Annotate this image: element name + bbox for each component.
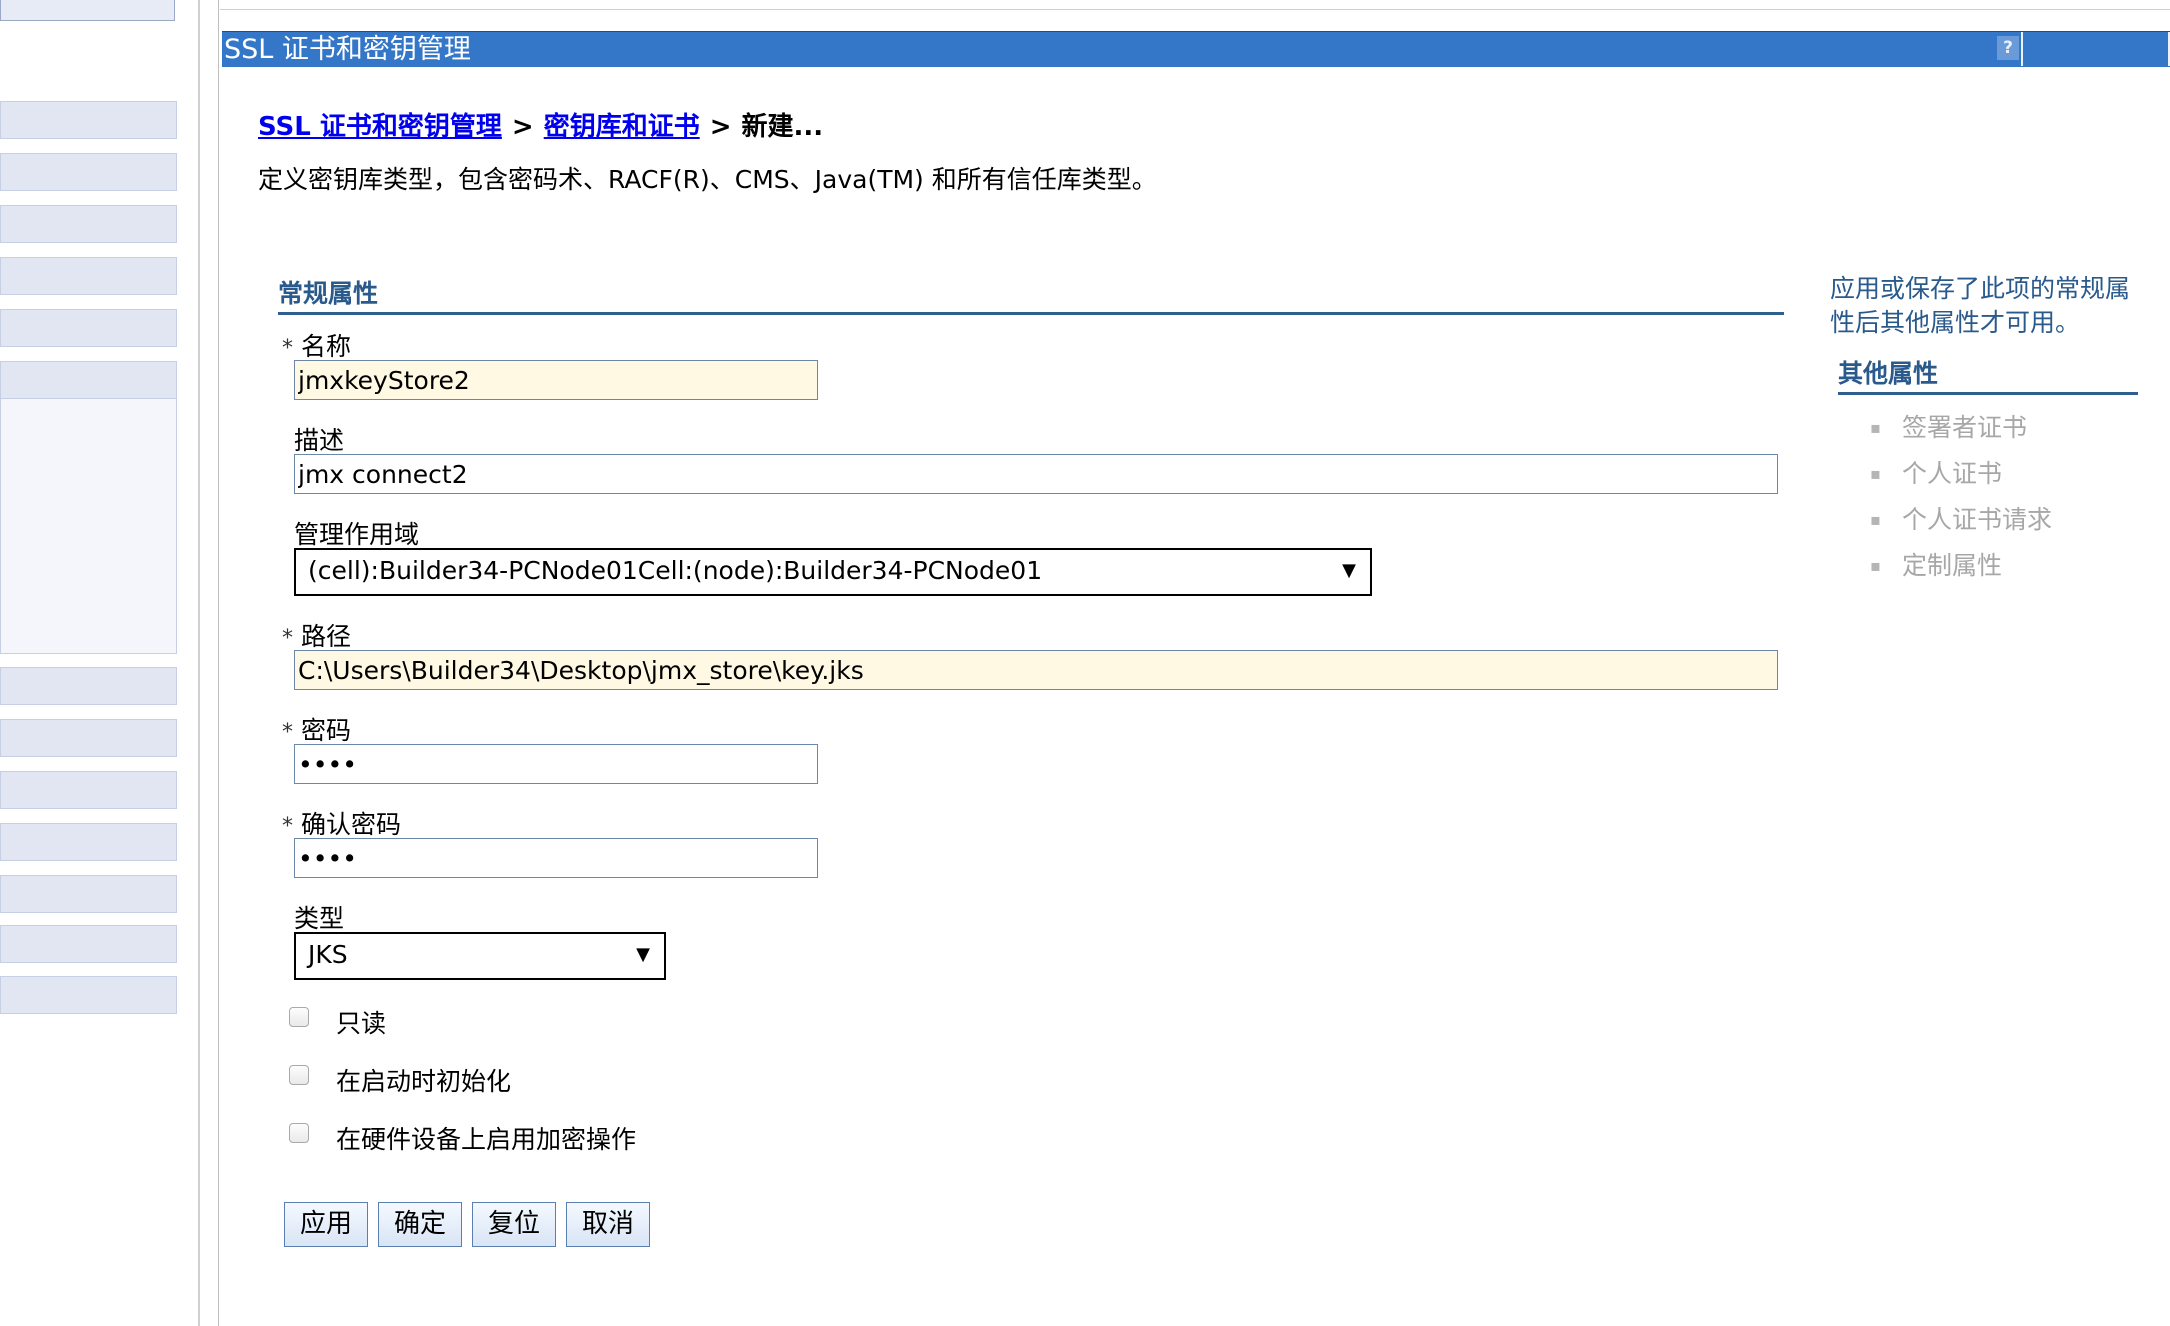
additional-item-custom-props: ▪ 定制属性 [1870,546,2052,592]
scope-select-value: (cell):Builder34-PCNode01Cell:(node):Bui… [308,556,1043,585]
confirm-password-label: * 确认密码 [282,810,402,839]
page-title: SSL 证书和密钥管理 [224,34,471,65]
readonly-label: 只读 [336,1009,387,1038]
nav-item[interactable] [0,153,177,191]
password-label: * 密码 [282,716,352,745]
titlebar-separator [2021,32,2023,66]
additional-item-cert-requests: ▪ 个人证书请求 [1870,500,2052,546]
chevron-down-icon: ▼ [636,944,650,965]
additional-properties-heading: 其他属性 [1838,354,2138,395]
chevron-down-icon: ▼ [1342,560,1356,581]
cancel-button[interactable]: 取消 [566,1202,650,1247]
portlet-titlebar: SSL 证书和密钥管理 ? [222,31,2170,67]
name-input[interactable] [294,360,818,400]
nav-item[interactable] [0,719,177,757]
path-input[interactable] [294,650,1778,690]
type-label: 类型 [294,904,345,933]
nav-item[interactable] [0,257,177,295]
help-icon[interactable]: ? [1997,36,2019,60]
left-navigation [0,0,178,1326]
bullet-icon: ▪ [1870,464,1881,483]
general-properties-heading: 常规属性 [278,274,1784,315]
nav-item[interactable] [0,771,177,809]
hw-crypto-checkbox[interactable] [289,1123,309,1143]
type-select-value: JKS [308,940,348,969]
required-marker: * [282,720,293,745]
nav-item[interactable] [0,667,177,705]
nav-item[interactable] [0,309,177,347]
ok-button[interactable]: 确定 [378,1202,462,1247]
page-description: 定义密钥库类型，包含密码术、RACF(R)、CMS、Java(TM) 和所有信任… [258,165,1157,194]
nav-item[interactable] [0,823,177,861]
init-at-startup-label: 在启动时初始化 [336,1067,512,1096]
nav-item[interactable] [0,976,177,1014]
name-label: * 名称 [282,332,352,361]
required-marker: * [282,336,293,361]
nav-item[interactable] [0,205,177,243]
frame-divider[interactable] [198,0,200,1326]
additional-item-signer-certs: ▪ 签署者证书 [1870,408,2052,454]
top-divider [220,9,2170,10]
bullet-icon: ▪ [1870,418,1881,437]
nav-item[interactable] [0,101,177,139]
nav-item[interactable] [0,875,177,913]
nav-item[interactable] [0,925,177,963]
readonly-checkbox[interactable] [289,1007,309,1027]
additional-properties-list: ▪ 签署者证书 ▪ 个人证书 ▪ 个人证书请求 ▪ 定制属性 [1870,408,2052,592]
path-label: * 路径 [282,622,352,651]
type-select[interactable]: JKS ▼ [294,932,666,980]
init-at-startup-checkbox[interactable] [289,1065,309,1085]
scope-select[interactable]: (cell):Builder34-PCNode01Cell:(node):Bui… [294,548,1372,596]
nav-top-field[interactable] [0,0,175,21]
bullet-icon: ▪ [1870,556,1881,575]
apply-button[interactable]: 应用 [284,1202,368,1247]
breadcrumb-current: 新建... [741,112,824,142]
scope-label: 管理作用域 [294,520,420,549]
required-marker: * [282,814,293,839]
breadcrumb-link-ssl[interactable]: SSL 证书和密钥管理 [258,112,502,142]
reset-button[interactable]: 复位 [472,1202,556,1247]
breadcrumb-link-keystores[interactable]: 密钥库和证书 [544,112,700,142]
frame-border [218,0,219,1326]
additional-properties-note: 应用或保存了此项的常规属性后其他属性才可用。 [1830,274,2131,337]
description-label: 描述 [294,426,345,455]
breadcrumb-separator: > [709,112,732,142]
breadcrumb-separator: > [511,112,534,142]
additional-item-personal-certs: ▪ 个人证书 [1870,454,2052,500]
nav-panel [0,398,177,654]
nav-item[interactable] [0,361,177,399]
required-marker: * [282,626,293,651]
breadcrumb: SSL 证书和密钥管理 > 密钥库和证书 > 新建... [258,106,823,143]
password-input[interactable] [294,744,818,784]
description-input[interactable] [294,454,1778,494]
hw-crypto-label: 在硬件设备上启用加密操作 [336,1125,637,1154]
confirm-password-input[interactable] [294,838,818,878]
bullet-icon: ▪ [1870,510,1881,529]
